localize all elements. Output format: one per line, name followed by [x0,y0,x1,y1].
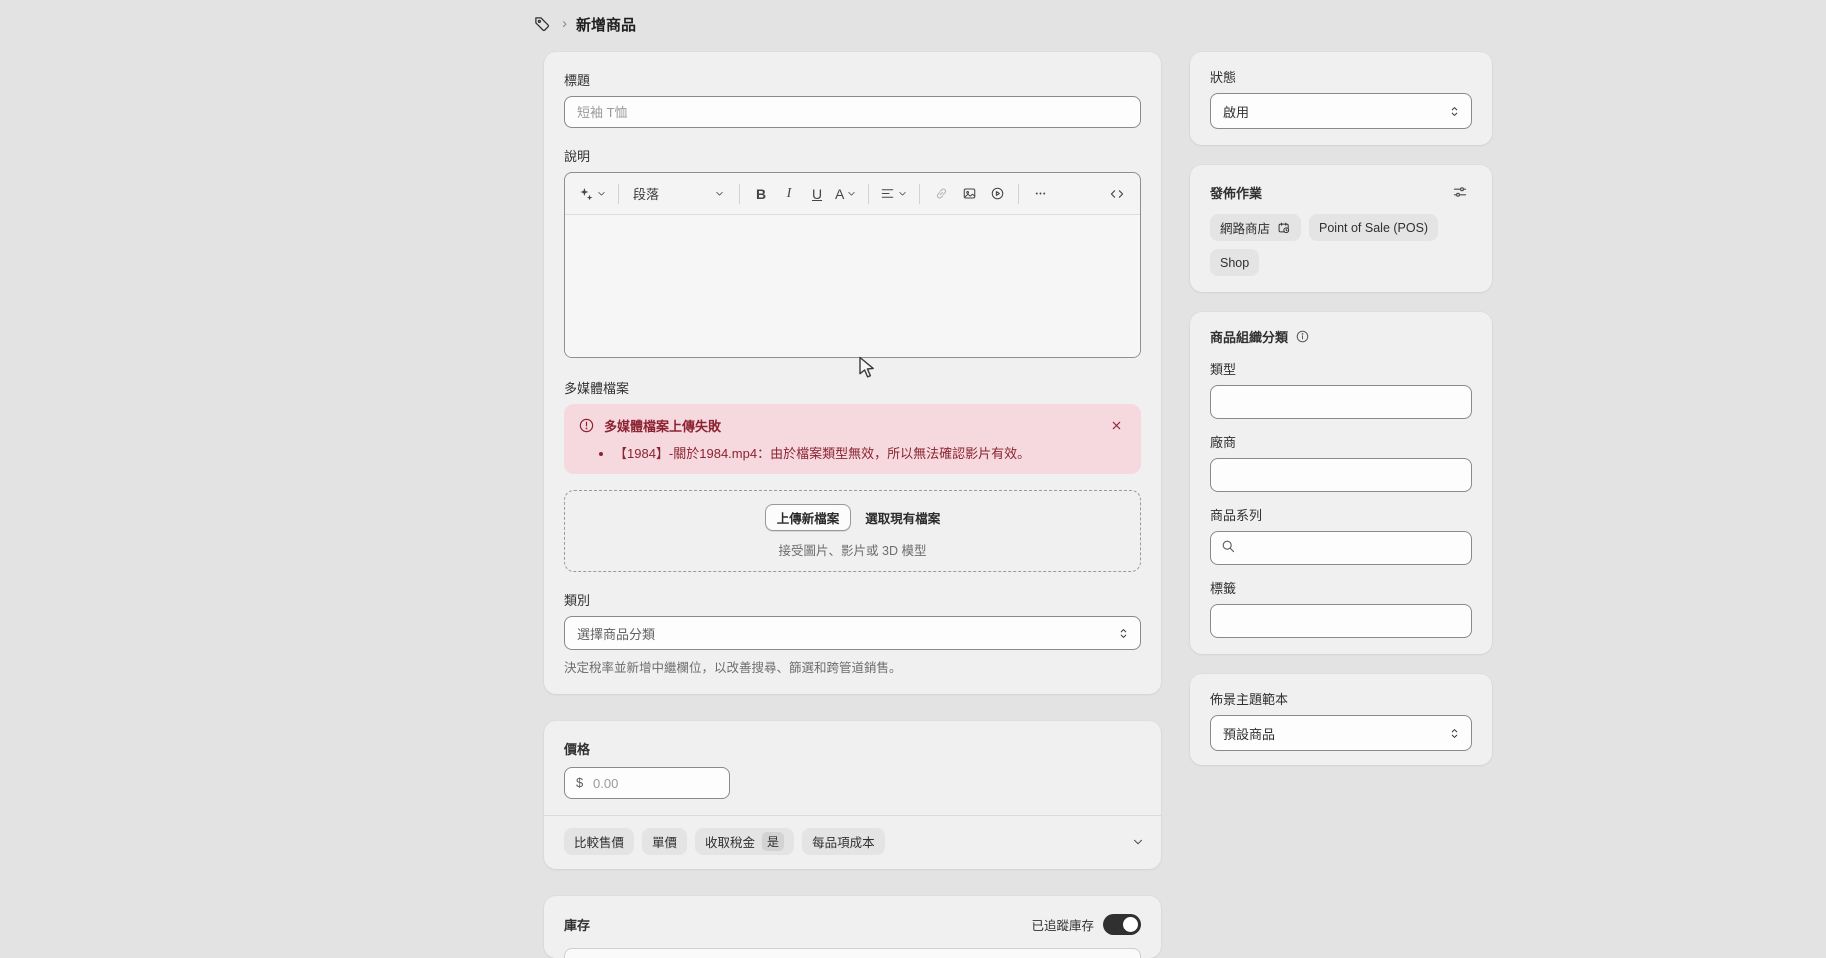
ai-sparkle-button[interactable] [575,180,610,208]
breadcrumb: › 新增商品 [531,13,636,35]
theme-template-label: 佈景主題範本 [1210,689,1472,708]
select-updown-icon [1448,727,1461,740]
publishing-card: 發佈作業 網路商店 Point of Sale (POS) Shop [1190,165,1492,292]
inventory-card: 庫存 已追蹤庫存 [544,896,1161,958]
organization-title: 商品組織分類 [1210,327,1288,346]
insert-video-button[interactable] [984,180,1010,208]
product-details-card: 標題 說明 段落 B I U A [544,52,1161,694]
inventory-tracked-label: 已追蹤庫存 [1031,915,1094,934]
sliders-icon[interactable] [1448,180,1472,204]
info-icon[interactable] [1295,329,1310,344]
currency-prefix: $ [576,775,583,790]
page-title: 新增商品 [576,14,636,35]
channel-pos-chip[interactable]: Point of Sale (POS) [1309,214,1438,241]
underline-button[interactable]: U [804,180,830,208]
status-label: 狀態 [1210,67,1472,86]
category-select-value: 選擇商品分類 [577,624,655,643]
select-updown-icon [1117,627,1130,640]
toolbar-divider [1018,184,1019,204]
price-input[interactable] [564,767,730,799]
side-column: 狀態 啟用 發佈作業 網路商店 Point of Sale (POS) Shop… [1190,52,1492,785]
compare-price-chip[interactable]: 比較售價 [564,828,634,855]
insert-image-button[interactable] [956,180,982,208]
cost-per-item-chip[interactable]: 每品項成本 [802,828,885,855]
upload-new-file-button[interactable]: 上傳新檔案 [765,504,852,531]
theme-template-card: 佈景主題範本 預設商品 [1190,674,1492,765]
alignment-button[interactable] [877,180,911,208]
chevron-down-icon[interactable] [1131,835,1145,849]
charge-tax-chip[interactable]: 收取稅金 是 [695,828,794,855]
link-icon[interactable] [928,180,954,208]
paragraph-style-label: 段落 [633,184,659,203]
pricing-title: 價格 [564,739,1141,758]
channel-shop-chip[interactable]: Shop [1210,249,1259,276]
products-tag-icon[interactable] [531,13,553,35]
media-error-title: 多媒體檔案上傳失敗 [604,416,1096,435]
category-help-text: 決定稅率並新增中繼欄位，以改善搜尋、篩選和跨管道銷售。 [564,657,1141,676]
media-label: 多媒體檔案 [564,378,1141,397]
search-icon [1220,538,1236,554]
media-dropzone[interactable]: 上傳新檔案 選取現有檔案 接受圖片、影片或 3D 模型 [564,490,1141,572]
unit-price-chip[interactable]: 單價 [642,828,687,855]
code-view-button[interactable] [1104,180,1130,208]
inventory-title: 庫存 [564,915,590,934]
publishing-title: 發佈作業 [1210,183,1262,202]
chevron-down-icon [596,188,607,199]
chevron-down-icon [897,188,908,199]
title-input[interactable] [564,96,1141,128]
status-select[interactable]: 啟用 [1210,93,1472,129]
theme-template-value: 預設商品 [1223,724,1275,743]
status-select-value: 啟用 [1223,102,1249,121]
media-error-banner: 多媒體檔案上傳失敗 【1984】-關於1984.mp4：由於檔案類型無效，所以無… [564,404,1141,474]
close-icon[interactable] [1105,414,1127,436]
chevron-down-icon [846,188,857,199]
category-label: 類別 [564,590,1141,609]
bold-button[interactable]: B [748,180,774,208]
inventory-tracked-toggle[interactable] [1103,914,1141,935]
toolbar-divider [919,184,920,204]
select-updown-icon [1448,105,1461,118]
vendor-label: 廠商 [1210,432,1472,451]
select-existing-file-button[interactable]: 選取現有檔案 [865,508,940,527]
italic-button[interactable]: I [776,180,802,208]
toolbar-divider [618,184,619,204]
pricing-card: 價格 $ 比較售價 單價 收取稅金 是 每品項成本 [544,721,1161,869]
charge-tax-value: 是 [762,832,784,851]
vendor-input[interactable] [1210,458,1472,492]
collections-search-input[interactable] [1210,531,1472,565]
media-accept-hint: 接受圖片、影片或 3D 模型 [575,540,1130,559]
status-card: 狀態 啟用 [1190,52,1492,145]
calendar-clock-icon [1277,221,1291,235]
description-label: 說明 [564,146,1141,165]
more-options-button[interactable] [1027,180,1053,208]
breadcrumb-separator: › [562,16,567,33]
channel-online-store-chip[interactable]: 網路商店 [1210,214,1301,241]
toolbar-divider [739,184,740,204]
main-column: 標題 說明 段落 B I U A [544,52,1161,958]
rich-text-editor: 段落 B I U A [564,172,1141,358]
description-textarea[interactable] [565,215,1140,357]
tags-label: 標籤 [1210,578,1472,597]
editor-toolbar: 段落 B I U A [565,173,1140,215]
title-label: 標題 [564,70,1141,89]
media-error-item: 【1984】-關於1984.mp4：由於檔案類型無效，所以無法確認影片有效。 [614,443,1127,462]
inventory-partial-field [564,948,1141,958]
theme-template-select[interactable]: 預設商品 [1210,715,1472,751]
type-input[interactable] [1210,385,1472,419]
paragraph-style-dropdown[interactable]: 段落 [627,180,731,208]
alert-circle-icon [578,417,595,434]
type-label: 類型 [1210,359,1472,378]
toolbar-divider [868,184,869,204]
text-color-button[interactable]: A [832,180,860,208]
organization-card: 商品組織分類 類型 廠商 商品系列 標籤 [1190,312,1492,654]
category-select[interactable]: 選擇商品分類 [564,616,1141,650]
tags-input[interactable] [1210,604,1472,638]
chevron-down-icon [714,188,725,199]
collections-label: 商品系列 [1210,505,1472,524]
